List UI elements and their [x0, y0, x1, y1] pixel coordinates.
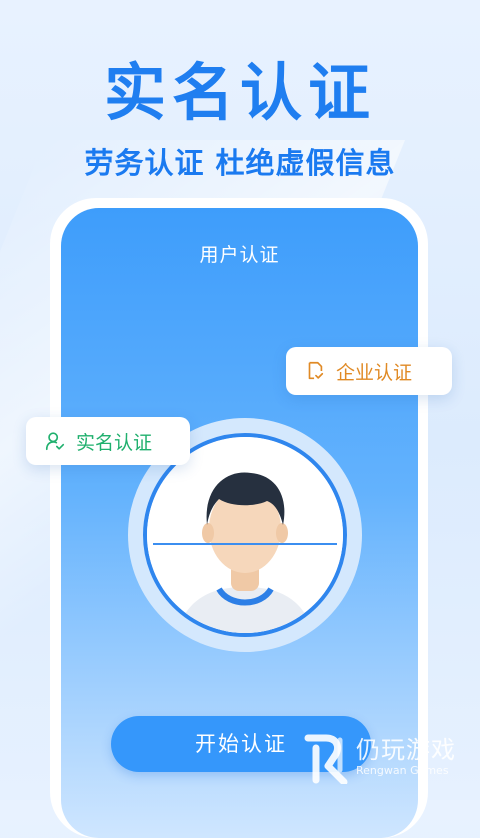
rengwan-logo-icon: [304, 734, 348, 784]
screen-title: 用户认证: [199, 244, 280, 266]
page-subheadline: 劳务认证 杜绝虚假信息: [84, 146, 396, 180]
watermark-subtitle: Rengwan Games: [356, 764, 449, 777]
user-check-icon: [45, 432, 65, 451]
realname-auth-label: 实名认证: [76, 431, 153, 454]
avatar-illustration: [147, 437, 343, 633]
scan-line: [153, 543, 337, 545]
enterprise-auth-tag[interactable]: 企业认证: [286, 347, 452, 395]
page-headline: 实名认证: [103, 56, 376, 129]
realname-auth-tag[interactable]: 实名认证: [26, 417, 190, 465]
watermark: 仍玩游戏 Rengwan Games: [304, 728, 474, 790]
watermark-title: 仍玩游戏: [356, 736, 456, 764]
document-check-icon: [308, 361, 324, 380]
enterprise-auth-label: 企业认证: [336, 361, 413, 384]
